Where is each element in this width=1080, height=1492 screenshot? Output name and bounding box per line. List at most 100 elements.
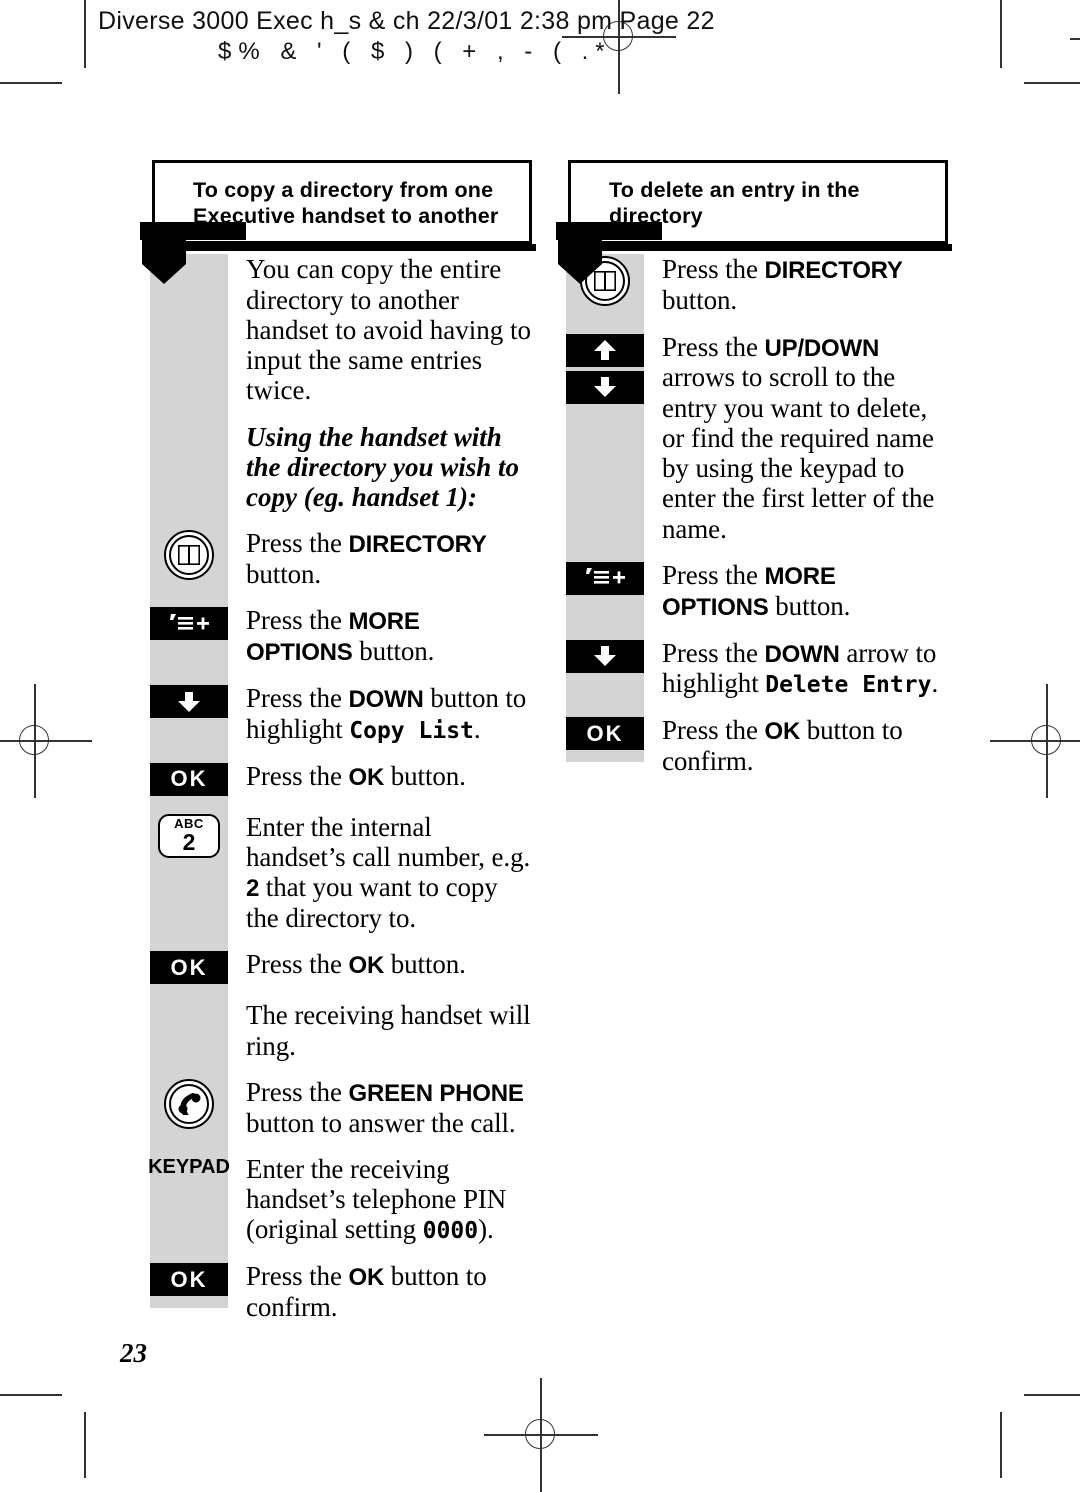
step-icon-cell[interactable] bbox=[150, 1077, 228, 1129]
step-icon-cell[interactable]: OK bbox=[150, 949, 228, 985]
step-icon-cell[interactable] bbox=[150, 528, 228, 581]
instruction-step: Press the DOWN button to highlight Copy … bbox=[140, 683, 532, 745]
emphasis-text: OK bbox=[348, 763, 385, 791]
instruction-step: OK Press the OK button to confirm. bbox=[140, 1261, 532, 1322]
section-heading-text: To delete an entry in the directory bbox=[609, 178, 860, 229]
step-instruction-text: Press the UP/DOWN arrows to scroll to th… bbox=[644, 332, 948, 544]
instruction-step: The receiving handset will ring. bbox=[140, 1000, 532, 1060]
step-icon-cell[interactable]: OK bbox=[566, 715, 644, 751]
page-number: 23 bbox=[120, 1338, 147, 1368]
body-text: Press the bbox=[662, 331, 765, 362]
lcd-display-text: Delete Entry bbox=[765, 672, 932, 699]
crop-mark-top-left-vertical bbox=[84, 0, 86, 68]
step-icon-cell[interactable] bbox=[566, 332, 644, 404]
body-text: button. bbox=[246, 559, 322, 590]
body-text: Press the bbox=[246, 760, 349, 791]
step-instruction-text: Enter the internal handset’s call number… bbox=[228, 812, 532, 934]
body-text: button. bbox=[768, 590, 851, 621]
more-options-glyph bbox=[167, 611, 211, 637]
instruction-step: KEYPAD Enter the receiving handset’s tele… bbox=[140, 1154, 532, 1245]
intro-paragraph-italic: Using the handset with the directory you… bbox=[246, 421, 520, 513]
instruction-step: OK Press the OK button. bbox=[140, 949, 532, 985]
emphasis-text: DOWN bbox=[348, 686, 424, 714]
keypad-word-icon: KEYPAD bbox=[148, 1155, 230, 1178]
step-icon-cell[interactable] bbox=[566, 560, 644, 595]
up-arrow-icon[interactable] bbox=[566, 333, 644, 367]
emphasis-text: GREEN PHONE bbox=[348, 1079, 524, 1107]
crop-mark-bottom-right-horizontal bbox=[1024, 1394, 1080, 1396]
body-text: Press the bbox=[662, 254, 765, 285]
step-icon-cell[interactable]: OK bbox=[150, 1261, 228, 1297]
registration-mark-right bbox=[990, 684, 1080, 798]
step-instruction-text: Press the OK button to confirm. bbox=[644, 715, 948, 776]
body-text: Press the bbox=[246, 605, 349, 636]
intro-paragraph: You can copy the entire directory to ano… bbox=[246, 254, 531, 406]
emphasis-text: DIRECTORY bbox=[348, 531, 487, 559]
step-instruction-text: Press the MORE OPTIONS button. bbox=[228, 605, 532, 667]
step-icon-cell[interactable]: ABC 2 bbox=[150, 812, 228, 858]
crop-mark-top-right-vertical bbox=[1000, 0, 1002, 68]
down-arrow-icon bbox=[150, 685, 228, 719]
more-options-glyph bbox=[583, 565, 627, 591]
body-text: . bbox=[931, 668, 939, 699]
crop-mark-bottom-left-vertical bbox=[84, 1412, 86, 1478]
instruction-step: Press the DOWN arrow to highlight Delete… bbox=[556, 638, 948, 700]
body-text: button. bbox=[662, 285, 738, 316]
body-text: button. bbox=[384, 760, 466, 791]
more-options-icon bbox=[566, 561, 644, 595]
step-instruction-text: Press the OK button. bbox=[228, 761, 532, 792]
body-text: Press the bbox=[246, 1261, 349, 1292]
down-arrow-icon[interactable] bbox=[566, 370, 644, 404]
step-instruction-text: Press the DIRECTORY button. bbox=[228, 528, 532, 589]
up-down-arrows-icon bbox=[566, 333, 644, 404]
step-icon-cell[interactable]: OK bbox=[150, 761, 228, 796]
more-options-icon bbox=[150, 607, 228, 641]
instruction-step: Press the DIRECTORY button. bbox=[140, 528, 532, 589]
step-icon-cell[interactable]: KEYPAD bbox=[148, 1154, 230, 1188]
instruction-step: Press the UP/DOWN arrows to scroll to th… bbox=[556, 332, 948, 544]
step-instruction-text: Press the DIRECTORY button. bbox=[644, 254, 948, 315]
emphasis-text: DOWN bbox=[764, 640, 840, 668]
step-list-right: Press the DIRECTORY button. Press the UP/… bbox=[556, 254, 948, 776]
crop-mark-top-left-horizontal bbox=[0, 82, 62, 84]
down-arrow-glyph bbox=[594, 377, 616, 398]
step-instruction-text: Press the GREEN PHONE button to answer t… bbox=[228, 1077, 532, 1138]
lcd-display-text: Copy List bbox=[349, 718, 474, 745]
steps-delete-entry: Press the DIRECTORY button. Press the UP/… bbox=[556, 254, 948, 776]
ok-button-icon: OK bbox=[566, 717, 644, 751]
step-icon-cell[interactable] bbox=[150, 605, 228, 641]
ok-button-label: OK bbox=[586, 720, 624, 746]
keypad-2-icon: ABC 2 bbox=[158, 813, 220, 858]
step-icon-cell[interactable] bbox=[566, 254, 644, 307]
registration-mark-left bbox=[0, 684, 92, 798]
up-arrow-glyph bbox=[594, 340, 616, 361]
body-text: button. bbox=[384, 949, 466, 980]
step-instruction-text: Press the MORE OPTIONS button. bbox=[644, 560, 948, 622]
crop-mark-top-right-horizontal bbox=[1024, 82, 1080, 84]
step-instruction-text: Press the DOWN arrow to highlight Delete… bbox=[644, 638, 948, 700]
lcd-display-text: 0000 bbox=[422, 1218, 479, 1245]
section-heading-text: To copy a directory from one Executive h… bbox=[193, 178, 499, 229]
emphasis-text: UP/DOWN bbox=[764, 334, 880, 362]
keypad-2-digit: 2 bbox=[182, 829, 196, 856]
column-copy-directory: To copy a directory from one Executive h… bbox=[140, 160, 536, 1338]
body-text: button. bbox=[352, 636, 435, 667]
film-header-line-2: $% & ' ( $ ) ( + , - ( .* bbox=[218, 37, 612, 65]
body-text: Press the bbox=[662, 637, 765, 668]
directory-book-icon bbox=[164, 530, 214, 581]
step-instruction-text: Press the DOWN button to highlight Copy … bbox=[228, 683, 532, 745]
step-icon-cell[interactable] bbox=[150, 683, 228, 719]
emphasis-text: OK bbox=[348, 952, 385, 980]
body-text: Press the bbox=[246, 683, 349, 714]
crop-mark-bottom-left-horizontal bbox=[0, 1394, 62, 1396]
emphasis-text: OK bbox=[764, 718, 801, 746]
step-icon-cell[interactable] bbox=[566, 638, 644, 673]
emphasis-text: OK bbox=[348, 1264, 385, 1292]
body-text: Press the bbox=[662, 715, 765, 746]
step-instruction-text: Press the OK button to confirm. bbox=[228, 1261, 532, 1322]
instruction-step: OK Press the OK button. bbox=[140, 761, 532, 796]
emphasis-text: 2 bbox=[246, 875, 260, 903]
down-arrow-icon bbox=[566, 639, 644, 673]
body-text: Enter the internal handset’s call number… bbox=[246, 811, 531, 873]
down-arrow-glyph bbox=[178, 691, 200, 712]
